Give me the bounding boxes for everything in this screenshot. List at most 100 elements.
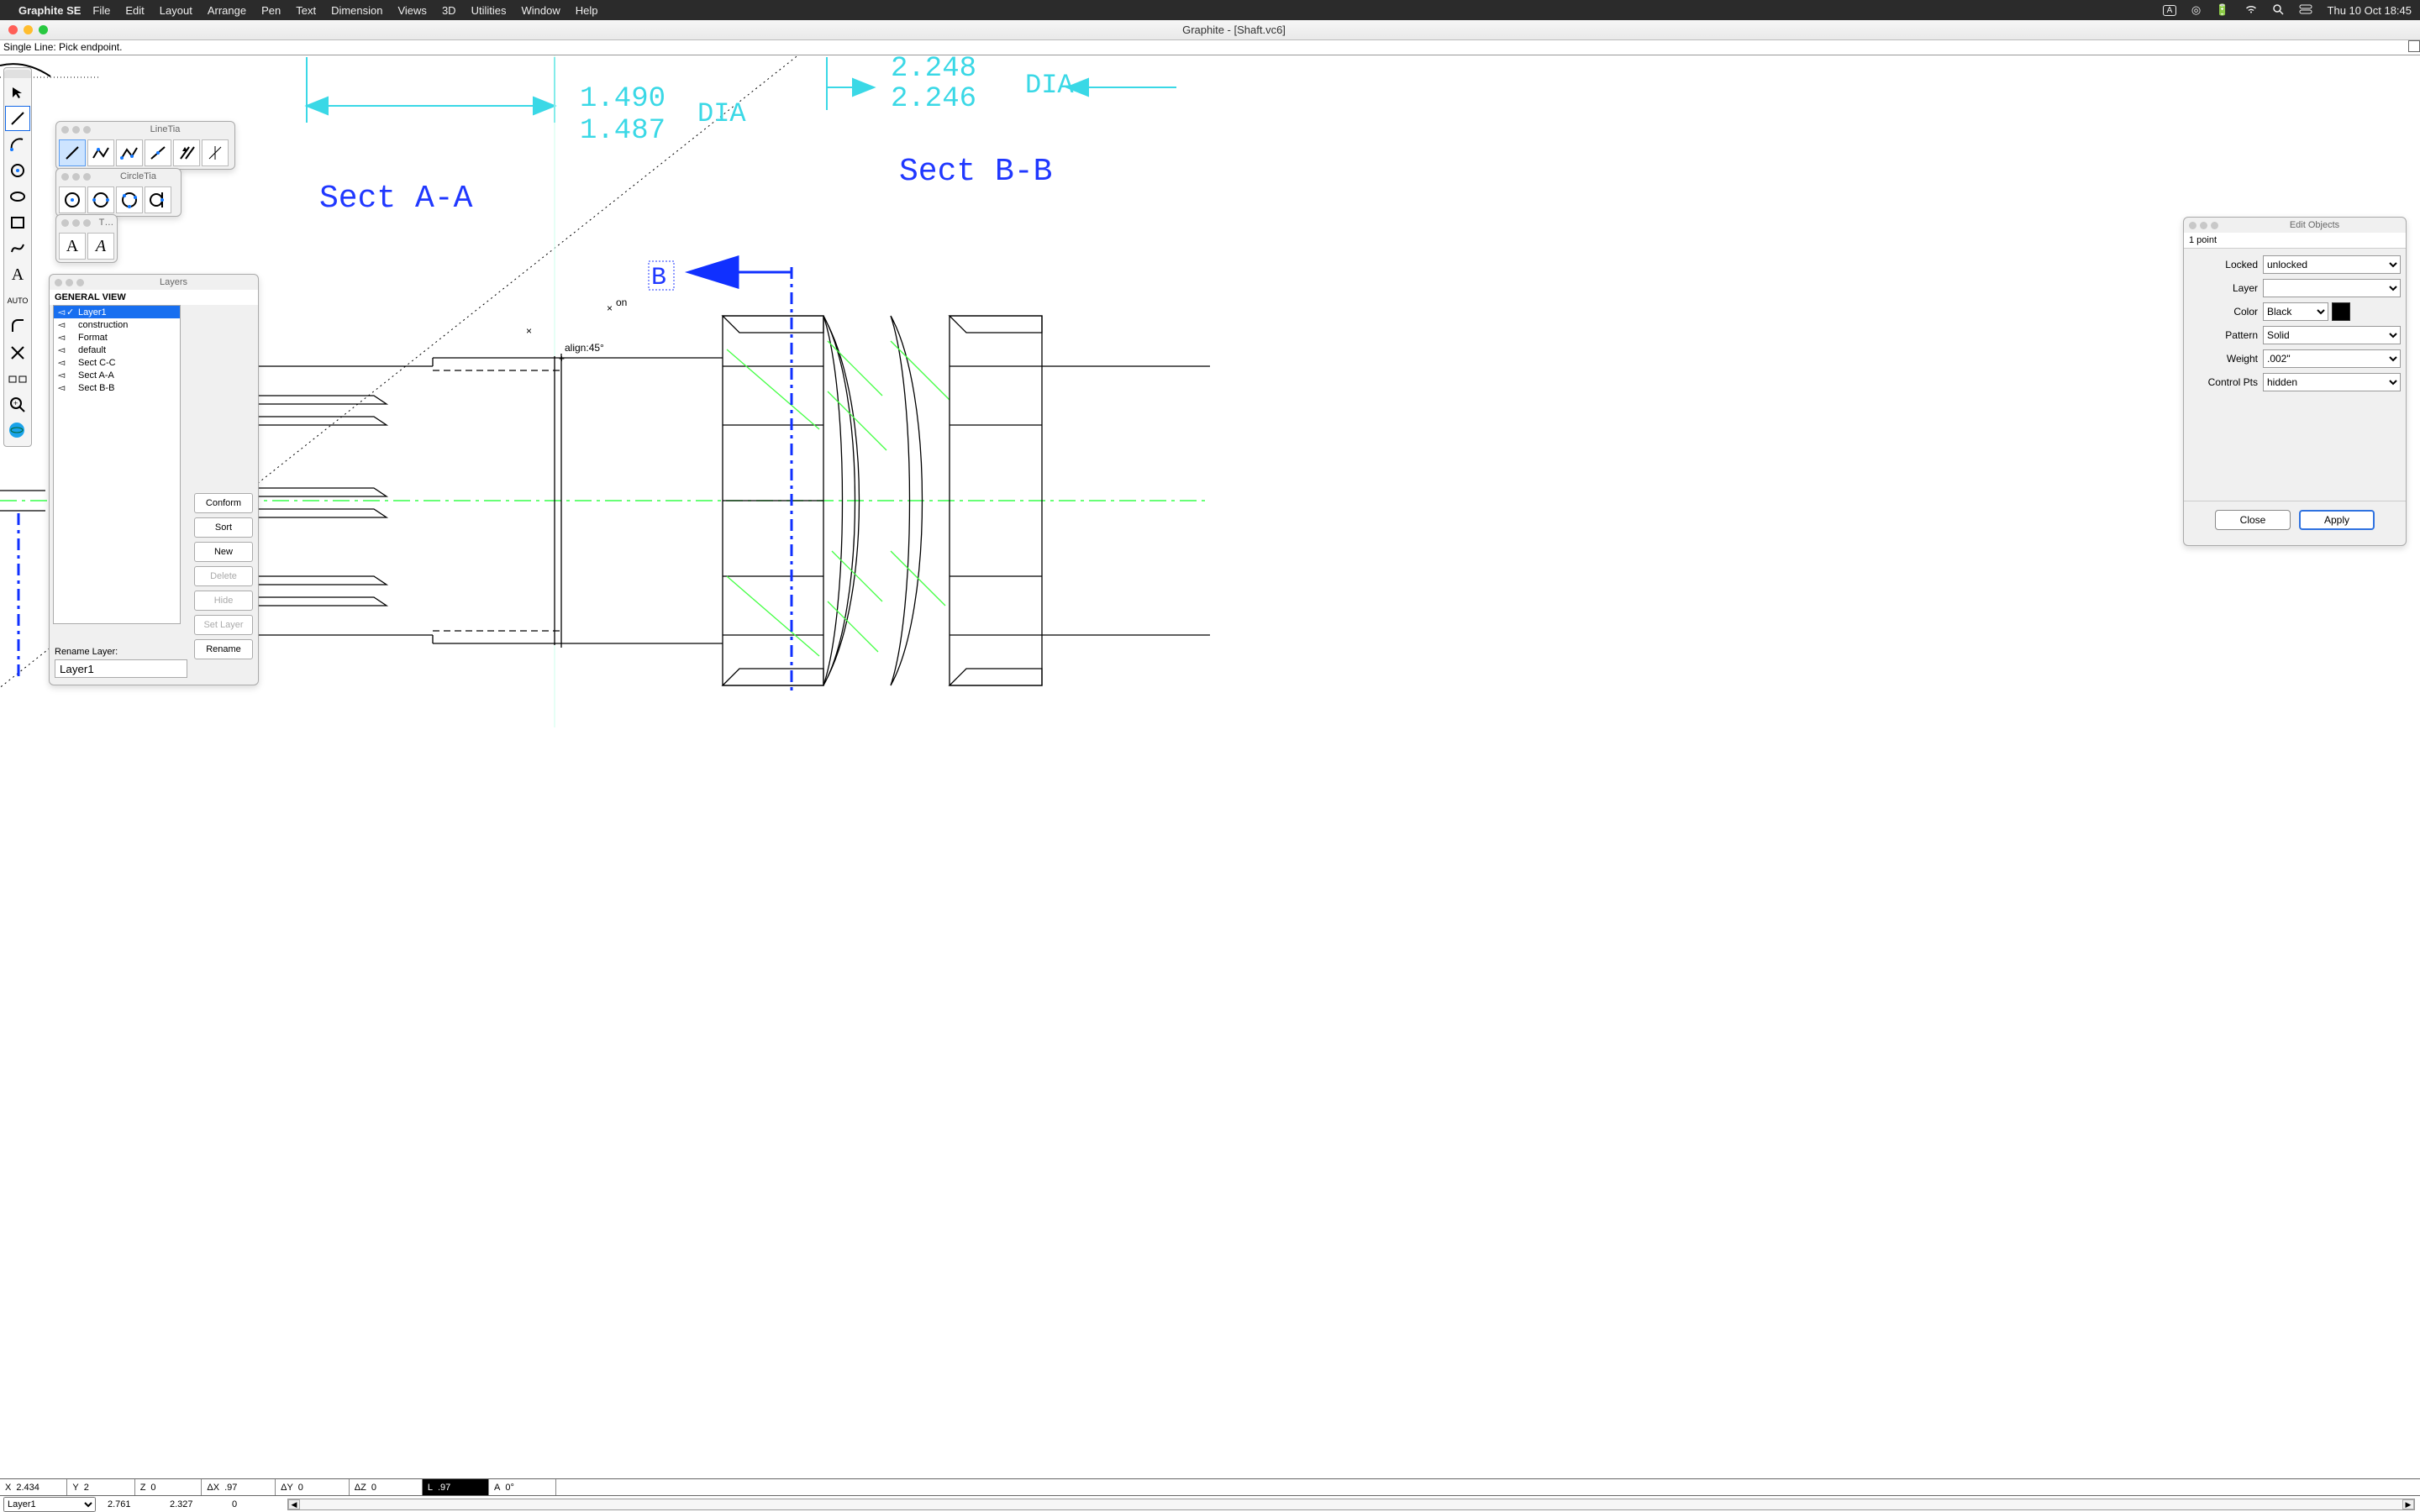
spotlight-icon[interactable]: [2272, 3, 2284, 18]
layers-sort-button[interactable]: Sort: [194, 517, 253, 538]
layers-panel-title[interactable]: Layers: [89, 277, 258, 287]
controlpts-select[interactable]: hidden: [2263, 373, 2401, 391]
menu-file[interactable]: File: [92, 4, 110, 17]
line-multi-tool[interactable]: [116, 139, 143, 166]
coordinate-bar: X Y Z ΔX ΔY ΔZ L A: [0, 1478, 2420, 1495]
auto-tool[interactable]: AUTO: [5, 288, 30, 313]
layers-setlayer-button[interactable]: Set Layer: [194, 615, 253, 635]
layer-row-default[interactable]: ◅default: [54, 344, 180, 356]
cursor-align-text: align:45°: [565, 342, 604, 354]
app-name[interactable]: Graphite SE: [18, 4, 81, 17]
drawing-canvas[interactable]: 1.490 1.487 DIA 2.248 2.246 DIA Sect A-A…: [0, 55, 2420, 1478]
zoom-window-icon[interactable]: [39, 25, 48, 34]
user-icon[interactable]: ◎: [2191, 3, 2201, 17]
zoom-tool[interactable]: +: [5, 392, 30, 417]
menu-pen[interactable]: Pen: [261, 4, 281, 17]
offset-tool[interactable]: [5, 366, 30, 391]
layers-conform-button[interactable]: Conform: [194, 493, 253, 513]
layer-row-layer1[interactable]: ◅✓Layer1: [54, 306, 180, 318]
circle-tool[interactable]: [5, 158, 30, 183]
line-single-tool[interactable]: [59, 139, 86, 166]
circle-3point-tool[interactable]: [116, 186, 143, 213]
coord-dx-input[interactable]: [224, 1483, 270, 1493]
rename-layer-input[interactable]: [55, 659, 187, 678]
menubar-clock[interactable]: Thu 10 Oct 18:45: [2328, 4, 2412, 17]
close-window-icon[interactable]: [8, 25, 18, 34]
circle-center-tool[interactable]: [59, 186, 86, 213]
edit-close-button[interactable]: Close: [2215, 510, 2291, 530]
menu-3d[interactable]: 3D: [442, 4, 456, 17]
text-italic-tool[interactable]: A: [87, 233, 114, 260]
line-tool[interactable]: [5, 106, 30, 131]
minimize-window-icon[interactable]: [24, 25, 33, 34]
text-tool[interactable]: A: [5, 262, 30, 287]
layers-list[interactable]: ◅✓Layer1 ◅construction ◅Format ◅default …: [53, 305, 181, 624]
text-palette-title[interactable]: T…: [96, 218, 117, 228]
color-select[interactable]: Black: [2263, 302, 2328, 321]
layer-row-construction[interactable]: ◅construction: [54, 318, 180, 331]
layer-select[interactable]: [2263, 279, 2401, 297]
line-palette-title[interactable]: LineTia: [96, 124, 234, 134]
layer-row-sect-cc[interactable]: ◅Sect C-C: [54, 356, 180, 369]
coord-l-input[interactable]: [438, 1483, 483, 1493]
edit-objects-title[interactable]: Edit Objects: [2223, 220, 2406, 230]
window-titlebar: Graphite - [Shaft.vc6]: [0, 20, 2420, 40]
scroll-left-icon[interactable]: ◀: [288, 1499, 300, 1509]
coord-y-input[interactable]: [84, 1483, 129, 1493]
menu-help[interactable]: Help: [576, 4, 598, 17]
line-connected-tool[interactable]: [87, 139, 114, 166]
circle-palette-title[interactable]: CircleTia: [96, 171, 181, 181]
dim1-label: DIA: [697, 98, 746, 129]
layer-row-format[interactable]: ◅Format: [54, 331, 180, 344]
menu-arrange[interactable]: Arrange: [208, 4, 246, 17]
ellipse-tool[interactable]: [5, 184, 30, 209]
pattern-select[interactable]: Solid: [2263, 326, 2401, 344]
coord-a-input[interactable]: [505, 1483, 550, 1493]
horizontal-scrollbar[interactable]: ◀ ▶: [287, 1499, 2415, 1510]
layer-row-sect-bb[interactable]: ◅Sect B-B: [54, 381, 180, 394]
coord-z-input[interactable]: [150, 1483, 196, 1493]
layer-row-sect-aa[interactable]: ◅Sect A-A: [54, 369, 180, 381]
menu-utilities[interactable]: Utilities: [471, 4, 507, 17]
prompt-corner-flag-icon[interactable]: [2408, 40, 2420, 52]
arc-tool[interactable]: [5, 132, 30, 157]
coord-dy-input[interactable]: [298, 1483, 344, 1493]
menu-dimension[interactable]: Dimension: [331, 4, 382, 17]
toolbox-grip[interactable]: [4, 70, 31, 78]
trim-tool[interactable]: [5, 340, 30, 365]
control-center-icon[interactable]: [2299, 4, 2312, 17]
menu-layout[interactable]: Layout: [160, 4, 192, 17]
coord-dz-input[interactable]: [371, 1483, 417, 1493]
rectangle-tool[interactable]: [5, 210, 30, 235]
line-construction-tool[interactable]: [202, 139, 229, 166]
layers-delete-button[interactable]: Delete: [194, 566, 253, 586]
edit-apply-button[interactable]: Apply: [2299, 510, 2375, 530]
wifi-icon[interactable]: [2244, 4, 2258, 17]
locked-select[interactable]: unlocked: [2263, 255, 2401, 274]
coord-x-input[interactable]: [16, 1483, 61, 1493]
section-b-label: Sect B-B: [899, 154, 1052, 190]
input-mode-icon[interactable]: A: [2163, 5, 2177, 16]
circle-diameter-tool[interactable]: [87, 186, 114, 213]
layers-rename-button[interactable]: Rename: [194, 639, 253, 659]
color-swatch[interactable]: [2332, 302, 2350, 321]
view3d-tool[interactable]: [5, 418, 30, 444]
line-parallel-tool[interactable]: [173, 139, 200, 166]
status-layer-select[interactable]: Layer1: [3, 1497, 96, 1512]
menu-window[interactable]: Window: [521, 4, 560, 17]
layers-hide-button[interactable]: Hide: [194, 591, 253, 611]
spline-tool[interactable]: [5, 236, 30, 261]
line-midpoint-tool[interactable]: [145, 139, 171, 166]
layers-new-button[interactable]: New: [194, 542, 253, 562]
menu-text[interactable]: Text: [296, 4, 316, 17]
text-normal-tool[interactable]: A: [59, 233, 86, 260]
fillet-tool[interactable]: [5, 314, 30, 339]
menu-views[interactable]: Views: [397, 4, 426, 17]
battery-icon[interactable]: 🔋: [2216, 3, 2229, 17]
scroll-right-icon[interactable]: ▶: [2402, 1499, 2414, 1509]
select-tool[interactable]: [5, 80, 30, 105]
weight-select[interactable]: .002": [2263, 349, 2401, 368]
menu-edit[interactable]: Edit: [125, 4, 144, 17]
status-pos-2: 2.327: [170, 1499, 220, 1509]
circle-tangent-tool[interactable]: [145, 186, 171, 213]
